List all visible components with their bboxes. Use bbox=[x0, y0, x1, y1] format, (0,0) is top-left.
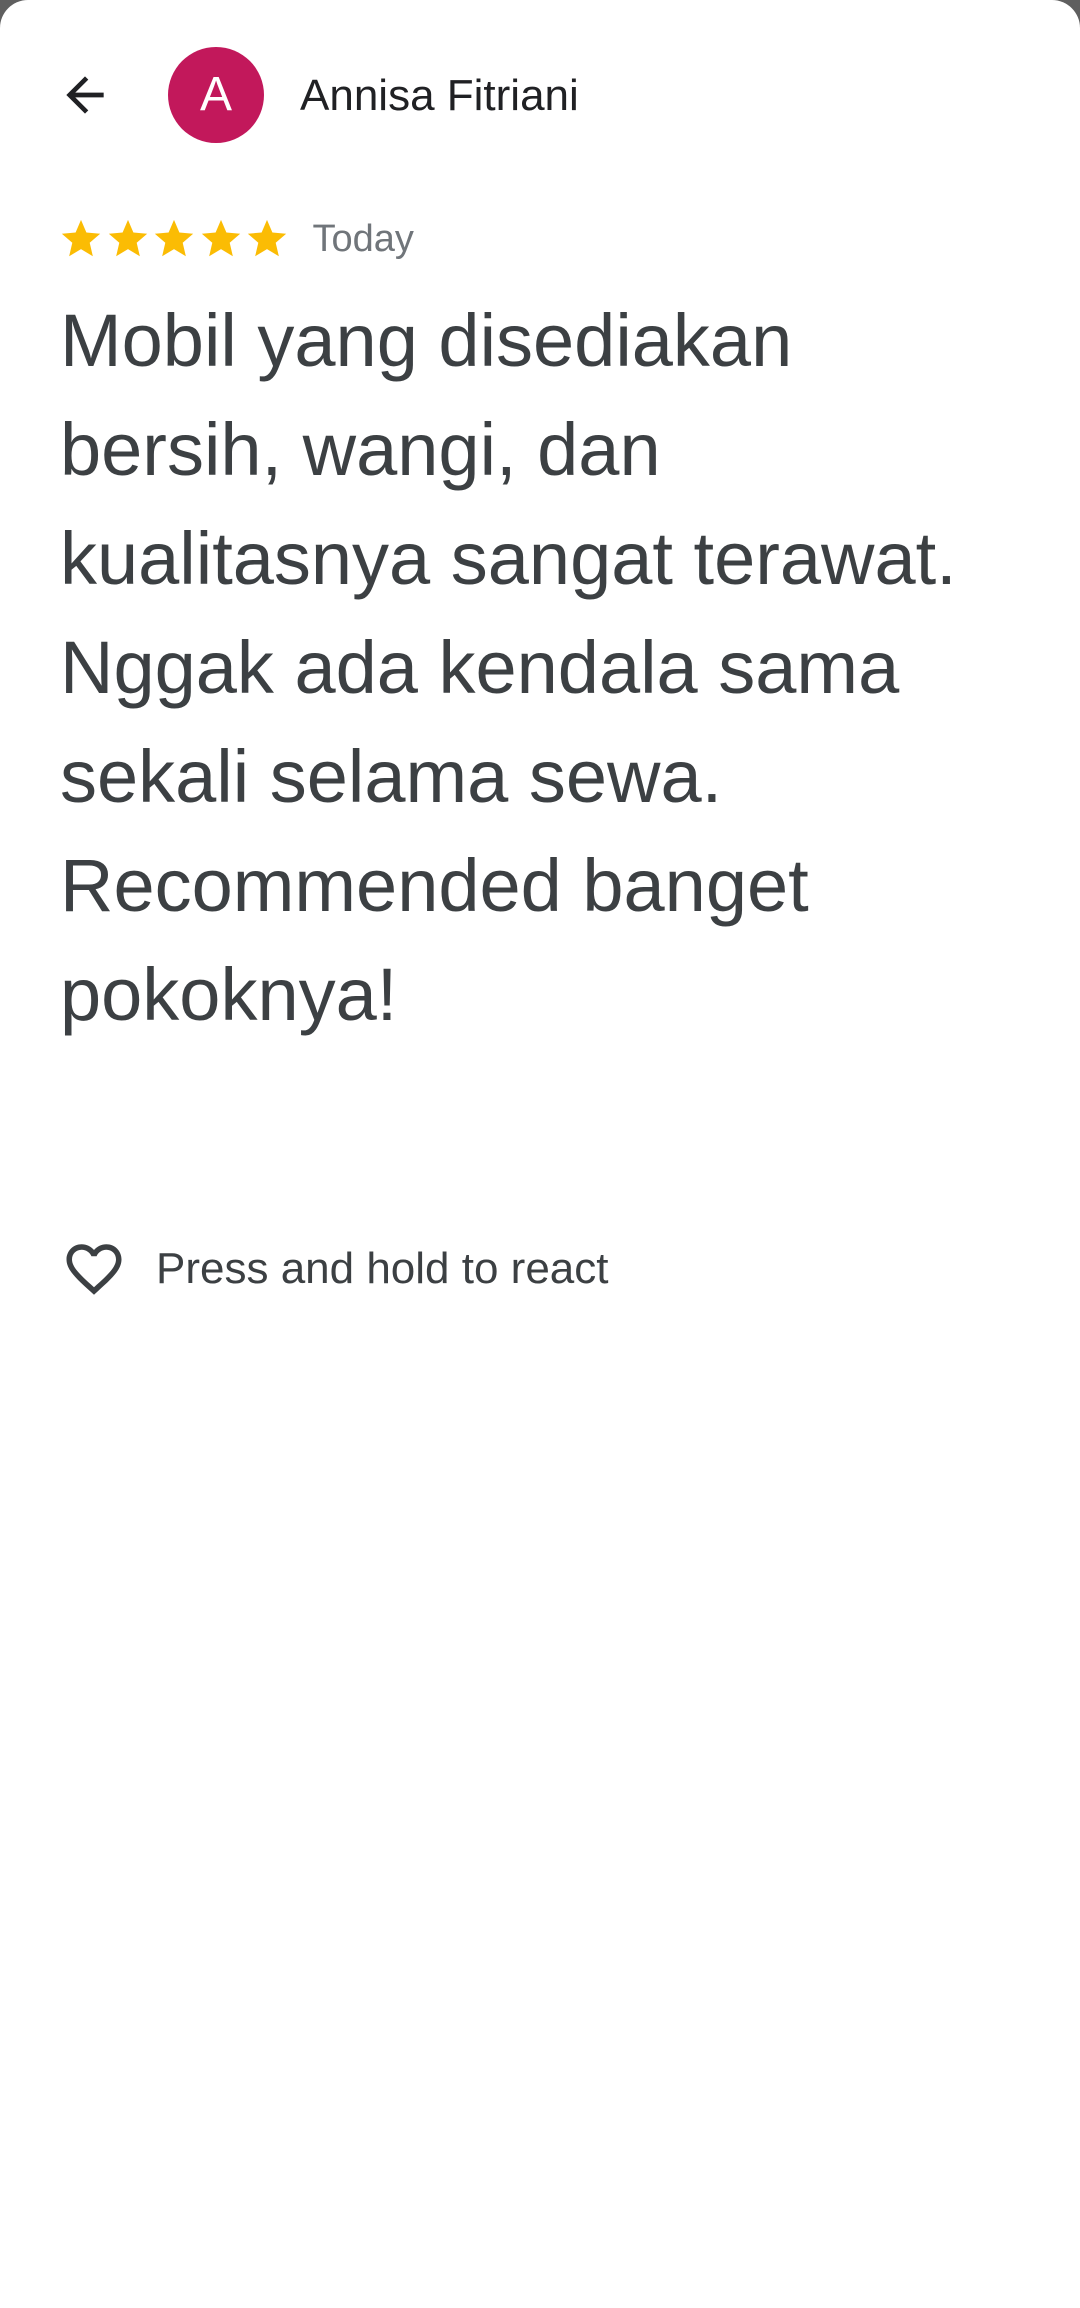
review-header: A Annisa Fitriani bbox=[0, 0, 1080, 190]
avatar-letter: A bbox=[199, 68, 232, 121]
star-rating bbox=[58, 214, 291, 264]
rating-row: Today bbox=[58, 214, 414, 264]
review-text: Mobil yang disediakan bersih, wangi, dan… bbox=[60, 299, 957, 1036]
heart-outline-icon bbox=[58, 1233, 130, 1305]
review-date: Today bbox=[312, 218, 414, 260]
star-icon bbox=[154, 219, 194, 257]
avatar[interactable]: A bbox=[168, 47, 264, 143]
arrow-back-icon bbox=[66, 76, 104, 114]
back-button[interactable] bbox=[40, 50, 130, 140]
review-detail-screen: A Annisa Fitriani Today Mobil yang dised… bbox=[0, 0, 1080, 2308]
react-label: Press and hold to react bbox=[156, 1244, 609, 1293]
star-icon bbox=[108, 219, 147, 257]
star-icon bbox=[201, 219, 240, 257]
star-icon bbox=[61, 219, 101, 257]
star-icon bbox=[247, 219, 287, 257]
author-name[interactable]: Annisa Fitriani bbox=[300, 70, 579, 122]
react-button[interactable]: Press and hold to react bbox=[58, 1234, 608, 1304]
